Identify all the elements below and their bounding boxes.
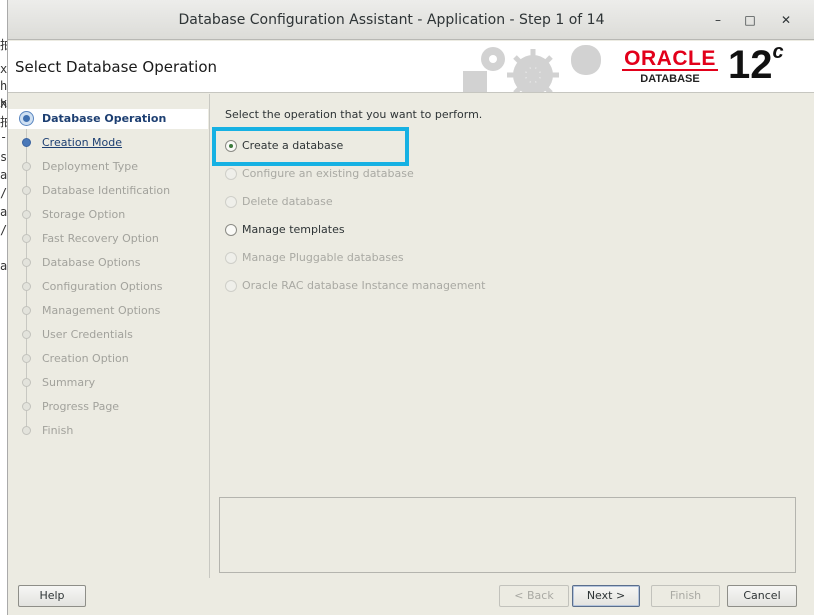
- steps-sidebar: Database Operation Creation Mode Deploym…: [8, 94, 208, 578]
- next-button[interactable]: Next >: [572, 585, 640, 607]
- step-database-operation[interactable]: Database Operation: [8, 109, 208, 129]
- back-button: < Back: [499, 585, 569, 607]
- step-label: Database Operation: [42, 112, 167, 125]
- step-user-credentials: User Credentials: [8, 325, 208, 345]
- page-header: Select Database Operation ORACLE DATABAS…: [8, 41, 814, 93]
- help-button[interactable]: Help: [18, 585, 86, 607]
- step-finish: Finish: [8, 421, 208, 441]
- radio-label: Delete database: [242, 195, 333, 208]
- oracle-wordmark-underline: [622, 69, 718, 71]
- finish-button: Finish: [651, 585, 720, 607]
- wizard-footer: Help < Back Next > Finish Cancel: [8, 578, 814, 615]
- step-management-options: Management Options: [8, 301, 208, 321]
- step-configuration-options: Configuration Options: [8, 277, 208, 297]
- step-progress-page: Progress Page: [8, 397, 208, 417]
- step-pending-icon: [22, 354, 31, 363]
- radio-icon: [225, 280, 237, 292]
- step-pending-icon: [22, 186, 31, 195]
- step-pending-icon: [22, 306, 31, 315]
- step-pending-icon: [22, 378, 31, 387]
- step-label: Summary: [42, 376, 96, 389]
- radio-label[interactable]: Create a database: [242, 139, 343, 152]
- dbca-window: Database Configuration Assistant - Appli…: [7, 0, 814, 615]
- step-pending-icon: [22, 426, 31, 435]
- step-pending-icon: [22, 210, 31, 219]
- oracle-logo: ORACLE DATABASE: [620, 47, 730, 87]
- radio-label: Oracle RAC database Instance management: [242, 279, 486, 292]
- step-next-icon: [22, 138, 31, 147]
- step-label: User Credentials: [42, 328, 133, 341]
- wizard-body: Database Operation Creation Mode Deploym…: [8, 94, 814, 578]
- step-deployment-type: Deployment Type: [8, 157, 208, 177]
- step-label: Database Options: [42, 256, 141, 269]
- radio-label[interactable]: Manage templates: [242, 223, 345, 236]
- operation-panel: Select the operation that you want to pe…: [209, 94, 807, 578]
- step-label: Creation Option: [42, 352, 129, 365]
- step-label: Fast Recovery Option: [42, 232, 159, 245]
- step-label: Database Identification: [42, 184, 171, 197]
- page-title: Select Database Operation: [15, 58, 218, 76]
- step-label: Management Options: [42, 304, 161, 317]
- gears-graphic: [463, 45, 601, 92]
- step-database-options: Database Options: [8, 253, 208, 273]
- minimize-button[interactable]: –: [708, 10, 728, 30]
- step-pending-icon: [22, 258, 31, 267]
- cancel-button[interactable]: Cancel: [727, 585, 797, 607]
- radio-selected-icon[interactable]: [225, 140, 237, 152]
- step-pending-icon: [22, 282, 31, 291]
- step-pending-icon: [22, 234, 31, 243]
- title-bar[interactable]: Database Configuration Assistant - Appli…: [8, 0, 814, 40]
- description-panel: [219, 497, 796, 573]
- step-creation-mode[interactable]: Creation Mode: [8, 133, 208, 153]
- window-title: Database Configuration Assistant - Appli…: [178, 12, 605, 28]
- radio-icon[interactable]: [225, 224, 237, 236]
- operation-prompt: Select the operation that you want to pe…: [225, 108, 483, 121]
- step-pending-icon: [22, 330, 31, 339]
- step-fast-recovery-option: Fast Recovery Option: [8, 229, 208, 249]
- step-creation-option: Creation Option: [8, 349, 208, 369]
- step-label: Configuration Options: [42, 280, 163, 293]
- oracle-product-name: DATABASE: [640, 73, 700, 85]
- version-badge: 12c: [728, 41, 784, 88]
- step-pending-icon: [22, 402, 31, 411]
- step-label: Progress Page: [42, 400, 120, 413]
- step-label: Finish: [42, 424, 74, 437]
- step-storage-option: Storage Option: [8, 205, 208, 225]
- radio-label: Configure an existing database: [242, 167, 414, 180]
- step-active-icon: [19, 111, 34, 126]
- radio-icon: [225, 168, 237, 180]
- step-database-identification: Database Identification: [8, 181, 208, 201]
- step-pending-icon: [22, 162, 31, 171]
- step-label: Deployment Type: [42, 160, 139, 173]
- radio-icon: [225, 252, 237, 264]
- maximize-button[interactable]: □: [740, 10, 760, 30]
- radio-label: Manage Pluggable databases: [242, 251, 404, 264]
- radio-icon: [225, 196, 237, 208]
- version-number: 12: [728, 43, 773, 87]
- step-label: Creation Mode: [42, 136, 123, 149]
- version-suffix: c: [772, 41, 784, 63]
- step-label: Storage Option: [42, 208, 126, 221]
- oracle-wordmark: ORACLE: [624, 47, 716, 70]
- step-summary: Summary: [8, 373, 208, 393]
- close-button[interactable]: ✕: [776, 10, 796, 30]
